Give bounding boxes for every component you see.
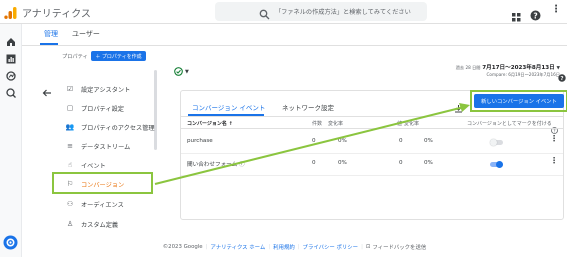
tab-admin[interactable]: 管理	[44, 29, 58, 39]
reports-icon[interactable]	[5, 53, 17, 65]
app-title: アナリティクス	[22, 9, 91, 20]
feedback-icon: ⊡	[365, 243, 371, 250]
analytics-logo[interactable]	[4, 5, 18, 19]
more-vert-icon[interactable]: ⋮	[551, 4, 561, 15]
search-placeholder: 「ファネルの作成方法」と検索してみてください	[275, 9, 411, 16]
admin-panel: プロパティ ＋ プロパティを作成 ☑ 設定アシスタント ▢ プロパティ設定 👥 プロパ…	[22, 46, 567, 236]
footer-copyright: ©2023 Google	[162, 243, 203, 250]
footer-link-terms[interactable]: 利用規約	[273, 243, 295, 251]
explore-icon[interactable]	[5, 70, 17, 82]
admin-tabs: 管理 ユーザー	[22, 24, 567, 46]
search-icon	[259, 5, 270, 24]
footer-separator: |	[205, 243, 208, 250]
left-rail	[0, 24, 22, 257]
help-icon[interactable]: ?	[530, 6, 541, 25]
search-bar[interactable]: 「ファネルの作成方法」と検索してみてください	[215, 2, 427, 21]
footer-feedback[interactable]: フィードバックを送信	[372, 243, 426, 251]
annotation-arrow	[154, 103, 470, 185]
svg-text:?: ?	[533, 11, 537, 20]
footer-separator: |	[361, 243, 363, 250]
advertising-icon[interactable]	[5, 87, 17, 99]
footer-link-privacy[interactable]: プライバシー ポリシー	[303, 243, 359, 251]
footer-separator: |	[268, 243, 271, 250]
top-bar: アナリティクス 「ファネルの作成方法」と検索してみてください ? ⋮	[0, 0, 567, 24]
tab-admin-underline	[40, 43, 58, 45]
home-icon[interactable]	[5, 36, 17, 48]
footer: ©2023 Google | アナリティクス ホーム | 利用規約 | プライバ…	[22, 236, 567, 257]
footer-link-analytics-home[interactable]: アナリティクス ホーム	[210, 243, 265, 251]
admin-gear-icon[interactable]	[3, 235, 18, 250]
tab-user[interactable]: ユーザー	[72, 29, 100, 39]
footer-separator: |	[297, 243, 300, 250]
